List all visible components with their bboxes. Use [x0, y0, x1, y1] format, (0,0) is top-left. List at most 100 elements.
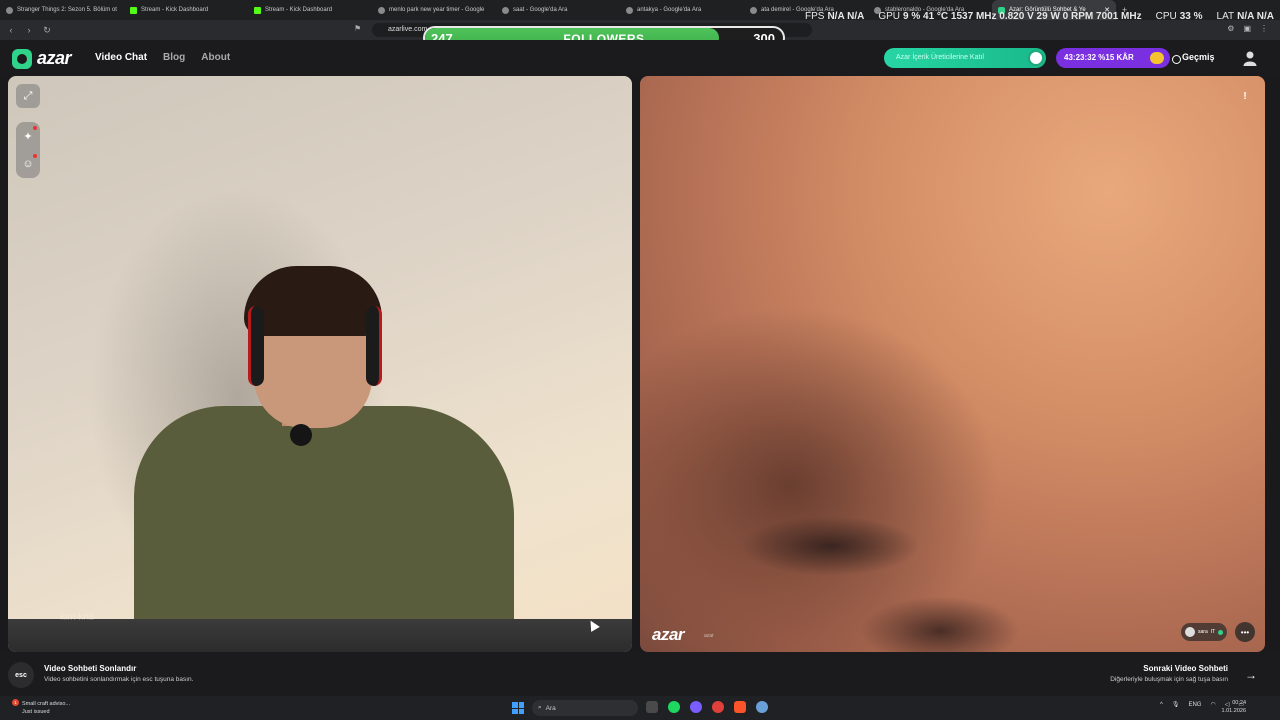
kick-favicon-icon [254, 6, 261, 14]
search-placeholder: Ara [545, 704, 556, 712]
end-chat-title: Video Sohbeti Sonlandır [44, 664, 137, 673]
language-indicator[interactable]: ENG [1188, 702, 1201, 708]
nav-about[interactable]: About [201, 52, 230, 63]
google-favicon-icon [378, 6, 385, 14]
avatar [1185, 627, 1195, 637]
chat-bubble-icon[interactable]: ••• [1235, 622, 1255, 642]
clock-icon [1171, 55, 1181, 64]
browser-tab[interactable]: saat - Google'da Ara [496, 0, 620, 20]
spotify-icon[interactable] [668, 701, 680, 713]
partner-video-panel: ! azar azar sara IT ••• [640, 76, 1265, 652]
promo-timer: 43:23:32 [1064, 53, 1097, 62]
gem-icon [1150, 52, 1164, 64]
history-button[interactable]: Geçmiş [1171, 52, 1215, 64]
history-label: Geçmiş [1182, 52, 1215, 62]
menu-icon[interactable]: ⋮ [1260, 24, 1268, 33]
person-hair [244, 266, 382, 336]
weather-widget[interactable]: 1 Small craft adviso... Just issued [10, 699, 70, 716]
sparkle-effects-icon[interactable]: ✦ [16, 122, 40, 150]
clock-time: 00:24 [1232, 700, 1246, 706]
promo-discount: %15 KÂR [1098, 53, 1134, 62]
partner-profile-chip[interactable]: sara IT [1181, 623, 1227, 641]
taskbar-apps [646, 701, 768, 713]
partner-id: azar [704, 633, 714, 639]
clock-date: 1.01.2026 [1221, 708, 1246, 714]
sidebar-icon[interactable]: ▣ [1243, 24, 1251, 33]
brave-browser-icon[interactable] [734, 701, 746, 713]
online-status-icon [1218, 629, 1224, 635]
promo-timer-button[interactable]: 43:23:32 %15 KÂR [1056, 48, 1170, 68]
end-chat-button[interactable]: esc [8, 662, 34, 688]
browser-tab[interactable]: Stream - Kick Dashboard [248, 0, 372, 20]
chevron-up-icon[interactable]: ^ [1160, 702, 1163, 708]
forward-arrow-icon[interactable]: › [22, 25, 36, 35]
tab-title: Stream - Kick Dashboard [265, 7, 333, 13]
end-chat-hint: Video sohbetini sonlandırmak için esc tu… [44, 676, 194, 683]
browser-tab[interactable]: Stranger Things 2: Sezon 5. Bölüm ot [0, 0, 124, 20]
tab-title: menlo park new year timer - Google [389, 7, 485, 13]
self-label: kim knb [60, 612, 95, 623]
next-chat-hint: Diğerleriyle buluşmak için sağ tuşa bası… [1110, 676, 1228, 683]
weather-sub: Just issued [22, 709, 50, 715]
tab-favicon-icon [6, 6, 13, 14]
taskbar-clock[interactable]: 00:24 1.01.2026 [1222, 699, 1246, 715]
settings-icon[interactable] [756, 701, 768, 713]
browser-toolbar-icons: ⚙ ▣ ⋮ [1227, 24, 1268, 33]
performance-hud: FPS N/A N/A GPU 9 % 41 °C 1537 MHz 0.820 V… [805, 11, 1274, 22]
desk [8, 619, 632, 652]
main-nav: Video Chat Blog About [95, 52, 230, 63]
browser-tab[interactable]: menlo park new year timer - Google [372, 0, 496, 20]
app-header: azar Video Chat Blog About Azar İçerik Ü… [0, 40, 1280, 76]
join-creators-label: Azar İçerik Üreticilerine Katıl [896, 54, 984, 61]
hud-gpu: GPU 9 % 41 °C 1537 MHz 0.820 V 29 W 0 RPM… [878, 11, 1142, 22]
tab-title: Stream - Kick Dashboard [141, 7, 209, 13]
azar-logo[interactable]: azar [12, 48, 72, 69]
creator-badge-icon [1028, 50, 1044, 66]
profile-icon[interactable] [1242, 50, 1258, 66]
discord-icon[interactable] [690, 701, 702, 713]
browser-tab[interactable]: Stream - Kick Dashboard [124, 0, 248, 20]
partner-azar-watermark: azar [652, 625, 685, 644]
mic-tray-icon[interactable]: 🎙 [1172, 701, 1180, 708]
partner-country: IT [1210, 629, 1216, 635]
back-arrow-icon[interactable]: ‹ [4, 25, 18, 35]
extension-icon[interactable]: ⚙ [1227, 24, 1234, 33]
partner-blurred-feature [740, 516, 920, 576]
hud-lat: LAT N/A N/A [1216, 11, 1274, 22]
file-explorer-icon[interactable] [646, 701, 658, 713]
nav-video-chat[interactable]: Video Chat [95, 52, 147, 63]
tab-title: Stranger Things 2: Sezon 5. Bölüm ot [17, 7, 117, 13]
mask-filter-icon[interactable]: ☺ [16, 150, 40, 178]
os-taskbar: 1 Small craft adviso... Just issued ⌕ Ar… [0, 696, 1280, 720]
headset-icon [248, 306, 264, 386]
wifi-icon[interactable]: ◠ [1210, 701, 1215, 708]
google-favicon-icon [626, 6, 633, 14]
new-dot [33, 126, 37, 130]
chat-controls-bar: esc Video Sohbeti Sonlandır Video sohbet… [0, 652, 1280, 696]
headset-icon [366, 306, 382, 386]
hud-cpu: CPU 33 % [1155, 11, 1203, 22]
notification-badge: 1 [12, 699, 19, 706]
next-chat-title: Sonraki Video Sohbeti [1143, 664, 1228, 673]
tab-title: antakya - Google'da Ara [637, 7, 702, 13]
search-icon: ⌕ [538, 704, 542, 711]
report-icon[interactable]: ! [1237, 88, 1253, 104]
self-video-person [104, 266, 524, 652]
browser-tab[interactable]: antakya - Google'da Ara [620, 0, 744, 20]
fullscreen-icon[interactable]: ⤢ [16, 84, 40, 108]
self-video-panel: kim knb ⤢ ✦ ☺ [8, 76, 632, 652]
join-creators-button[interactable]: Azar İçerik Üreticilerine Katıl [884, 48, 1046, 68]
reload-icon[interactable]: ↻ [40, 25, 54, 36]
taskbar-search[interactable]: ⌕ Ara [532, 700, 638, 716]
app-icon[interactable] [712, 701, 724, 713]
partner-name: sara [1198, 629, 1208, 635]
effects-toolbar: ✦ ☺ [16, 122, 40, 178]
windows-start-icon[interactable] [512, 702, 524, 714]
nav-blog[interactable]: Blog [163, 52, 185, 63]
person-shirt [134, 406, 514, 652]
next-arrow-icon[interactable]: → [1240, 664, 1262, 686]
azar-logo-icon [12, 48, 32, 69]
logo-text: azar [37, 48, 72, 68]
bookmark-icon[interactable]: ⚑ [354, 24, 361, 33]
google-favicon-icon [502, 6, 509, 14]
